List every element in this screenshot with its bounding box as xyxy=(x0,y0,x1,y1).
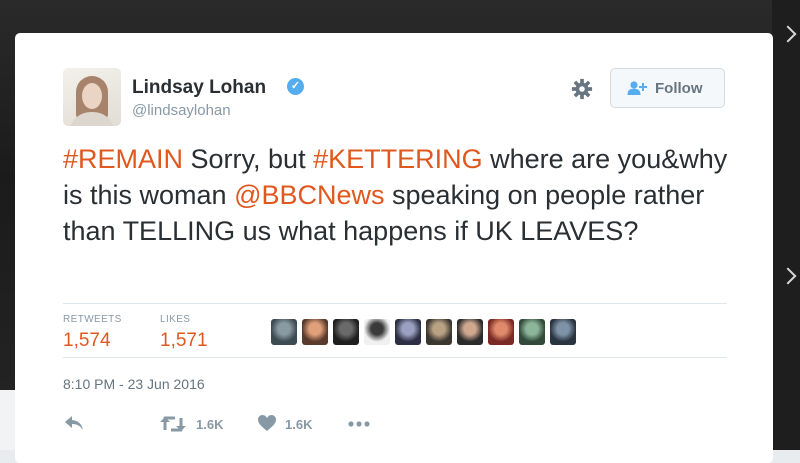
liker-avatar[interactable] xyxy=(364,319,390,345)
author-handle[interactable]: @lindsaylohan xyxy=(132,102,231,119)
mention-link[interactable]: @BBCNews xyxy=(234,180,384,210)
more-button[interactable] xyxy=(347,414,373,434)
retweets-count[interactable]: 1,574 xyxy=(63,330,111,352)
retweet-count: 1.6K xyxy=(196,417,224,432)
liker-avatar[interactable] xyxy=(519,319,545,345)
avatar-face xyxy=(82,83,102,109)
tweet-text-segment: Sorry, but xyxy=(183,144,314,174)
liker-avatar[interactable] xyxy=(550,319,576,345)
tweet-text: #REMAIN Sorry, but #KETTERING where are … xyxy=(63,141,733,249)
avatar[interactable] xyxy=(63,68,121,126)
follow-button[interactable]: Follow xyxy=(610,68,725,108)
liker-avatar[interactable] xyxy=(271,319,297,345)
liker-avatar[interactable] xyxy=(302,319,328,345)
gallery-edge xyxy=(772,0,800,450)
author-name[interactable]: Lindsay Lohan xyxy=(132,77,266,99)
add-user-icon xyxy=(627,81,647,95)
reply-button[interactable] xyxy=(63,414,87,434)
liker-avatar[interactable] xyxy=(426,319,452,345)
follow-label: Follow xyxy=(655,80,703,97)
reply-icon xyxy=(65,416,83,430)
liker-avatar[interactable] xyxy=(395,319,421,345)
chevron-right-icon[interactable] xyxy=(779,25,797,43)
tweet-card: Lindsay Lohan ✓ @lindsaylohan Follow #RE… xyxy=(15,33,773,463)
retweet-button[interactable]: 1.6K xyxy=(159,414,239,434)
stats-divider-bottom xyxy=(63,357,727,358)
hashtag-link[interactable]: #REMAIN xyxy=(63,144,183,174)
next-arrow-icon[interactable] xyxy=(779,267,797,285)
retweets-label: RETWEETS xyxy=(63,314,122,325)
retweet-icon xyxy=(160,416,186,432)
hashtag-link[interactable]: #KETTERING xyxy=(313,144,483,174)
like-count: 1.6K xyxy=(285,417,313,432)
more-icon xyxy=(348,421,370,427)
heart-icon xyxy=(258,415,276,431)
stats-divider-top xyxy=(63,303,727,304)
liker-avatar[interactable] xyxy=(488,319,514,345)
like-button[interactable]: 1.6K xyxy=(257,414,337,434)
verified-badge-icon: ✓ xyxy=(287,78,304,95)
tweet-timestamp[interactable]: 8:10 PM - 23 Jun 2016 xyxy=(63,376,205,392)
gear-icon[interactable] xyxy=(571,78,593,100)
likes-count[interactable]: 1,571 xyxy=(160,330,208,352)
likes-label: LIKES xyxy=(160,314,191,325)
liker-avatar[interactable] xyxy=(333,319,359,345)
liker-avatar[interactable] xyxy=(457,319,483,345)
